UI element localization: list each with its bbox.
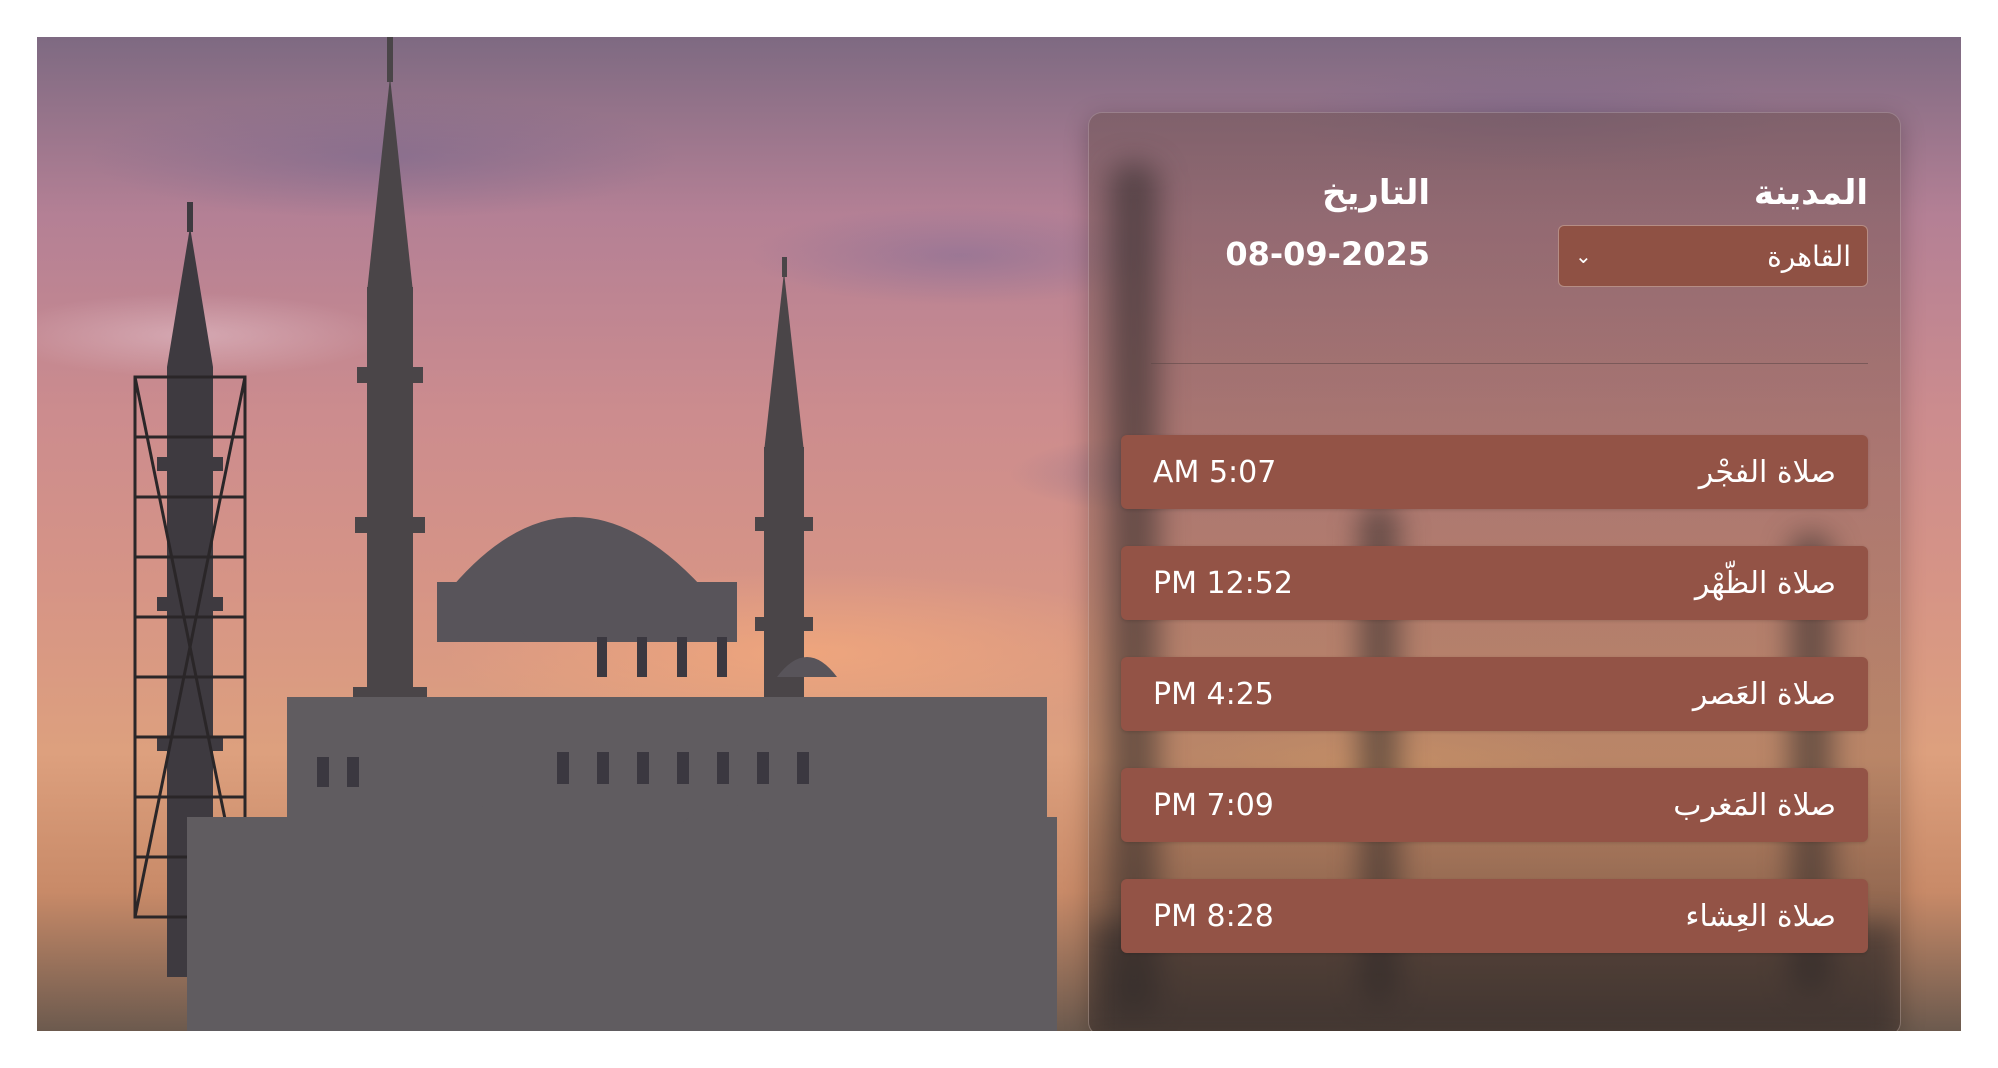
prayer-row-maghrib: صلاة المَغرب PM 7:09 — [1121, 768, 1868, 842]
city-select-value: القاهرة — [1767, 239, 1851, 273]
prayer-row-isha: صلاة العِشاء PM 8:28 — [1121, 879, 1868, 953]
prayer-time: PM 4:25 — [1153, 676, 1274, 712]
prayer-row-fajr: صلاة الفجْر AM 5:07 — [1121, 435, 1868, 509]
city-label: المدينة — [1753, 173, 1868, 213]
prayer-name: صلاة المَغرب — [1673, 787, 1836, 823]
divider — [1151, 363, 1868, 364]
date-label: التاريخ — [1322, 173, 1430, 213]
prayer-time: PM 7:09 — [1153, 787, 1274, 823]
chevron-down-icon: ⌄ — [1575, 244, 1592, 268]
prayer-times-panel: المدينة التاريخ القاهرة ⌄ 08-09-2025 صلا… — [1088, 112, 1901, 1031]
prayer-name: صلاة الفجْر — [1698, 454, 1836, 490]
prayer-name: صلاة الظّهْر — [1694, 565, 1836, 601]
prayer-time: PM 8:28 — [1153, 898, 1274, 934]
prayer-time: PM 12:52 — [1153, 565, 1293, 601]
background-photo: المدينة التاريخ القاهرة ⌄ 08-09-2025 صلا… — [37, 37, 1961, 1031]
prayer-name: صلاة العَصر — [1692, 676, 1836, 712]
prayer-row-dhuhr: صلاة الظّهْر PM 12:52 — [1121, 546, 1868, 620]
prayer-name: صلاة العِشاء — [1685, 898, 1836, 934]
city-select[interactable]: القاهرة ⌄ — [1558, 225, 1868, 287]
prayer-list: صلاة الفجْر AM 5:07 صلاة الظّهْر PM 12:5… — [1121, 435, 1868, 990]
prayer-time: AM 5:07 — [1153, 454, 1277, 490]
date-value: 08-09-2025 — [1225, 235, 1430, 273]
prayer-row-asr: صلاة العَصر PM 4:25 — [1121, 657, 1868, 731]
